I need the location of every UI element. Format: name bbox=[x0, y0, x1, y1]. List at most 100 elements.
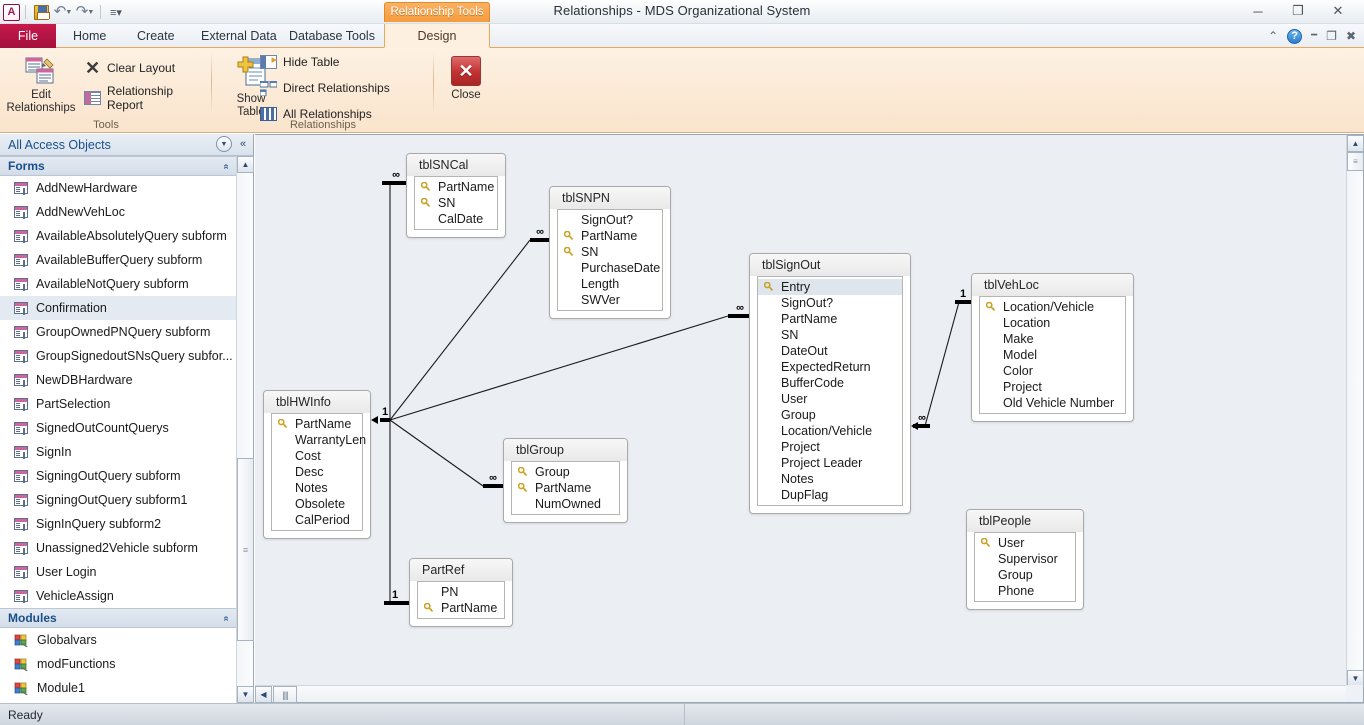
field-row[interactable]: SWVer bbox=[558, 292, 662, 308]
nav-item-globalvars[interactable]: Globalvars bbox=[0, 628, 237, 652]
field-row[interactable]: PartName bbox=[758, 311, 902, 327]
nav-item-signin[interactable]: SignIn bbox=[0, 440, 237, 464]
canvas-vertical-scrollbar[interactable]: ▲ ≡ ▼ bbox=[1346, 135, 1364, 687]
field-row[interactable]: Notes bbox=[758, 471, 902, 487]
nav-item-signingoutquery-subform1[interactable]: SigningOutQuery subform1 bbox=[0, 488, 237, 512]
relationship-line-hwinfo-signout[interactable] bbox=[389, 315, 729, 421]
doc-close-icon[interactable]: ✖ bbox=[1346, 30, 1356, 42]
navigation-pane-dropdown-icon[interactable]: ▼ bbox=[216, 136, 232, 152]
table-title-tblPeople[interactable]: tblPeople bbox=[967, 510, 1083, 532]
field-row[interactable]: Entry bbox=[758, 279, 902, 295]
close-button[interactable]: ✕ bbox=[1318, 0, 1358, 22]
tab-external-data[interactable]: External Data bbox=[190, 24, 288, 48]
tab-file[interactable]: File bbox=[0, 24, 56, 48]
table-title-tblSNCal[interactable]: tblSNCal bbox=[407, 154, 505, 176]
tab-home[interactable]: Home bbox=[62, 24, 117, 48]
field-row[interactable]: Color bbox=[980, 363, 1125, 379]
table-box-tblHWInfo[interactable]: tblHWInfo PartName WarrantyLen Cost Desc Note… bbox=[263, 390, 371, 539]
field-row[interactable]: Project Leader bbox=[758, 455, 902, 471]
field-row[interactable]: SignOut? bbox=[558, 212, 662, 228]
navigation-pane-list[interactable]: Forms « AddNewHardware AddNewVehLoc Availabl… bbox=[0, 156, 237, 703]
chevron-up-icon[interactable]: « bbox=[221, 615, 232, 621]
table-title-tblSNPN[interactable]: tblSNPN bbox=[550, 187, 670, 209]
field-row[interactable]: Model bbox=[980, 347, 1125, 363]
tab-database-tools[interactable]: Database Tools bbox=[278, 24, 386, 48]
table-box-tblGroup[interactable]: tblGroup Group PartName NumOwned bbox=[503, 438, 628, 523]
navigation-pane-scrollbar[interactable]: ▲ ≡ ▼ bbox=[236, 156, 254, 703]
tab-design[interactable]: Design bbox=[384, 24, 490, 48]
field-row[interactable]: PN bbox=[418, 584, 504, 600]
nav-item-signedoutcountquerys[interactable]: SignedOutCountQuerys bbox=[0, 416, 237, 440]
direct-relationships-button[interactable]: Direct Relationships bbox=[259, 78, 390, 98]
field-row[interactable]: Location bbox=[980, 315, 1125, 331]
nav-item-confirmation[interactable]: Confirmation bbox=[0, 296, 237, 320]
field-row[interactable]: Desc bbox=[272, 464, 362, 480]
field-row[interactable]: Length bbox=[558, 276, 662, 292]
close-relationships-button[interactable]: ✕ Close bbox=[427, 52, 505, 102]
field-row[interactable]: Project bbox=[980, 379, 1125, 395]
nav-item-unassigned2vehicle-subform[interactable]: Unassigned2Vehicle subform bbox=[0, 536, 237, 560]
field-row[interactable]: Cost bbox=[272, 448, 362, 464]
field-row[interactable]: Location/Vehicle bbox=[980, 299, 1125, 315]
nav-item-availablenotquery-subform[interactable]: AvailableNotQuery subform bbox=[0, 272, 237, 296]
field-row[interactable]: PartName bbox=[418, 600, 504, 616]
field-row[interactable]: WarrantyLen bbox=[272, 432, 366, 448]
clear-layout-button[interactable]: ✕ Clear Layout bbox=[84, 58, 175, 78]
table-box-tblSNCal[interactable]: tblSNCal PartName SN CalDate bbox=[406, 153, 506, 238]
table-title-tblGroup[interactable]: tblGroup bbox=[504, 439, 627, 461]
tab-create[interactable]: Create bbox=[126, 24, 186, 48]
field-row[interactable]: Notes bbox=[272, 480, 362, 496]
nav-scroll-up-button[interactable]: ▲ bbox=[237, 156, 254, 173]
canvas-scroll-up-button[interactable]: ▲ bbox=[1347, 135, 1364, 152]
field-row[interactable]: Old Vehicle Number bbox=[980, 395, 1125, 411]
nav-group-header-forms[interactable]: Forms « bbox=[0, 156, 237, 176]
canvas-hscroll-thumb[interactable]: |||| bbox=[273, 686, 297, 703]
nav-item-signingoutquery-subform[interactable]: SigningOutQuery subform bbox=[0, 464, 237, 488]
minimize-button[interactable]: ─ bbox=[1238, 0, 1278, 22]
relationships-canvas[interactable]: ∞ ∞ ∞ ∞ 1 1 1 ∞ tblSNCal PartName SN CalDate tblSNP… bbox=[255, 135, 1347, 687]
canvas-vscroll-thumb[interactable]: ≡ bbox=[1347, 152, 1364, 171]
help-icon[interactable]: ? bbox=[1287, 28, 1303, 44]
relationship-report-button[interactable]: Relationship Report bbox=[84, 84, 212, 112]
nav-item-module1[interactable]: Module1 bbox=[0, 676, 237, 700]
nav-item-partselection[interactable]: PartSelection bbox=[0, 392, 237, 416]
field-row[interactable]: NumOwned bbox=[512, 496, 619, 512]
restore-button[interactable]: ❐ bbox=[1278, 0, 1318, 22]
table-box-tblSNPN[interactable]: tblSNPN SignOut? PartName SN PurchaseDate Len… bbox=[549, 186, 671, 319]
table-box-PartRef[interactable]: PartRef PN PartName bbox=[409, 558, 513, 627]
nav-item-vehicleassign[interactable]: VehicleAssign bbox=[0, 584, 237, 608]
field-row[interactable]: SN bbox=[758, 327, 902, 343]
field-row[interactable]: Location/Vehicle bbox=[758, 423, 902, 439]
nav-item-availablebufferquery-subform[interactable]: AvailableBufferQuery subform bbox=[0, 248, 237, 272]
nav-item-modfunctions[interactable]: modFunctions bbox=[0, 652, 237, 676]
field-row[interactable]: CalPeriod bbox=[272, 512, 362, 528]
minimize-ribbon-icon[interactable]: ⌃ bbox=[1268, 30, 1278, 42]
table-box-tblSignOut[interactable]: tblSignOut Entry SignOut? PartName SN DateOut… bbox=[749, 253, 911, 514]
field-row[interactable]: DupFlag bbox=[758, 487, 902, 503]
nav-item-addnewvehloc[interactable]: AddNewVehLoc bbox=[0, 200, 237, 224]
field-row[interactable]: SN bbox=[558, 244, 662, 260]
field-row[interactable]: DateOut bbox=[758, 343, 902, 359]
field-row[interactable]: PartName bbox=[512, 480, 619, 496]
relationship-line-hwinfo-snpn[interactable] bbox=[389, 239, 531, 421]
relationship-line-vehloc-signout[interactable] bbox=[924, 301, 960, 427]
field-row[interactable]: Group bbox=[512, 464, 619, 480]
edit-relationships-button[interactable]: Edit Relationships bbox=[2, 52, 80, 115]
nav-item-groupsignedoutsnsquery-subfor[interactable]: GroupSignedoutSNsQuery subfor... bbox=[0, 344, 237, 368]
nav-item-addnewhardware[interactable]: AddNewHardware bbox=[0, 176, 237, 200]
nav-group-header-modules[interactable]: Modules « bbox=[0, 608, 237, 628]
nav-scroll-thumb[interactable]: ≡ bbox=[237, 458, 254, 641]
doc-restore-icon[interactable]: ❐ bbox=[1326, 30, 1337, 42]
field-row[interactable]: Make bbox=[980, 331, 1125, 347]
table-title-tblHWInfo[interactable]: tblHWInfo bbox=[264, 391, 370, 413]
field-row[interactable]: ExpectedReturn bbox=[758, 359, 902, 375]
navigation-pane-collapse-icon[interactable]: « bbox=[235, 136, 251, 152]
table-title-tblVehLoc[interactable]: tblVehLoc bbox=[972, 274, 1133, 296]
hide-table-button[interactable]: Hide Table bbox=[260, 52, 339, 72]
field-row[interactable]: User bbox=[975, 535, 1075, 551]
nav-scroll-down-button[interactable]: ▼ bbox=[237, 686, 254, 703]
field-row[interactable]: PartName bbox=[558, 228, 662, 244]
nav-item-groupownedpnquery-subform[interactable]: GroupOwnedPNQuery subform bbox=[0, 320, 237, 344]
table-title-PartRef[interactable]: PartRef bbox=[410, 559, 512, 581]
field-row[interactable]: PurchaseDate bbox=[558, 260, 662, 276]
